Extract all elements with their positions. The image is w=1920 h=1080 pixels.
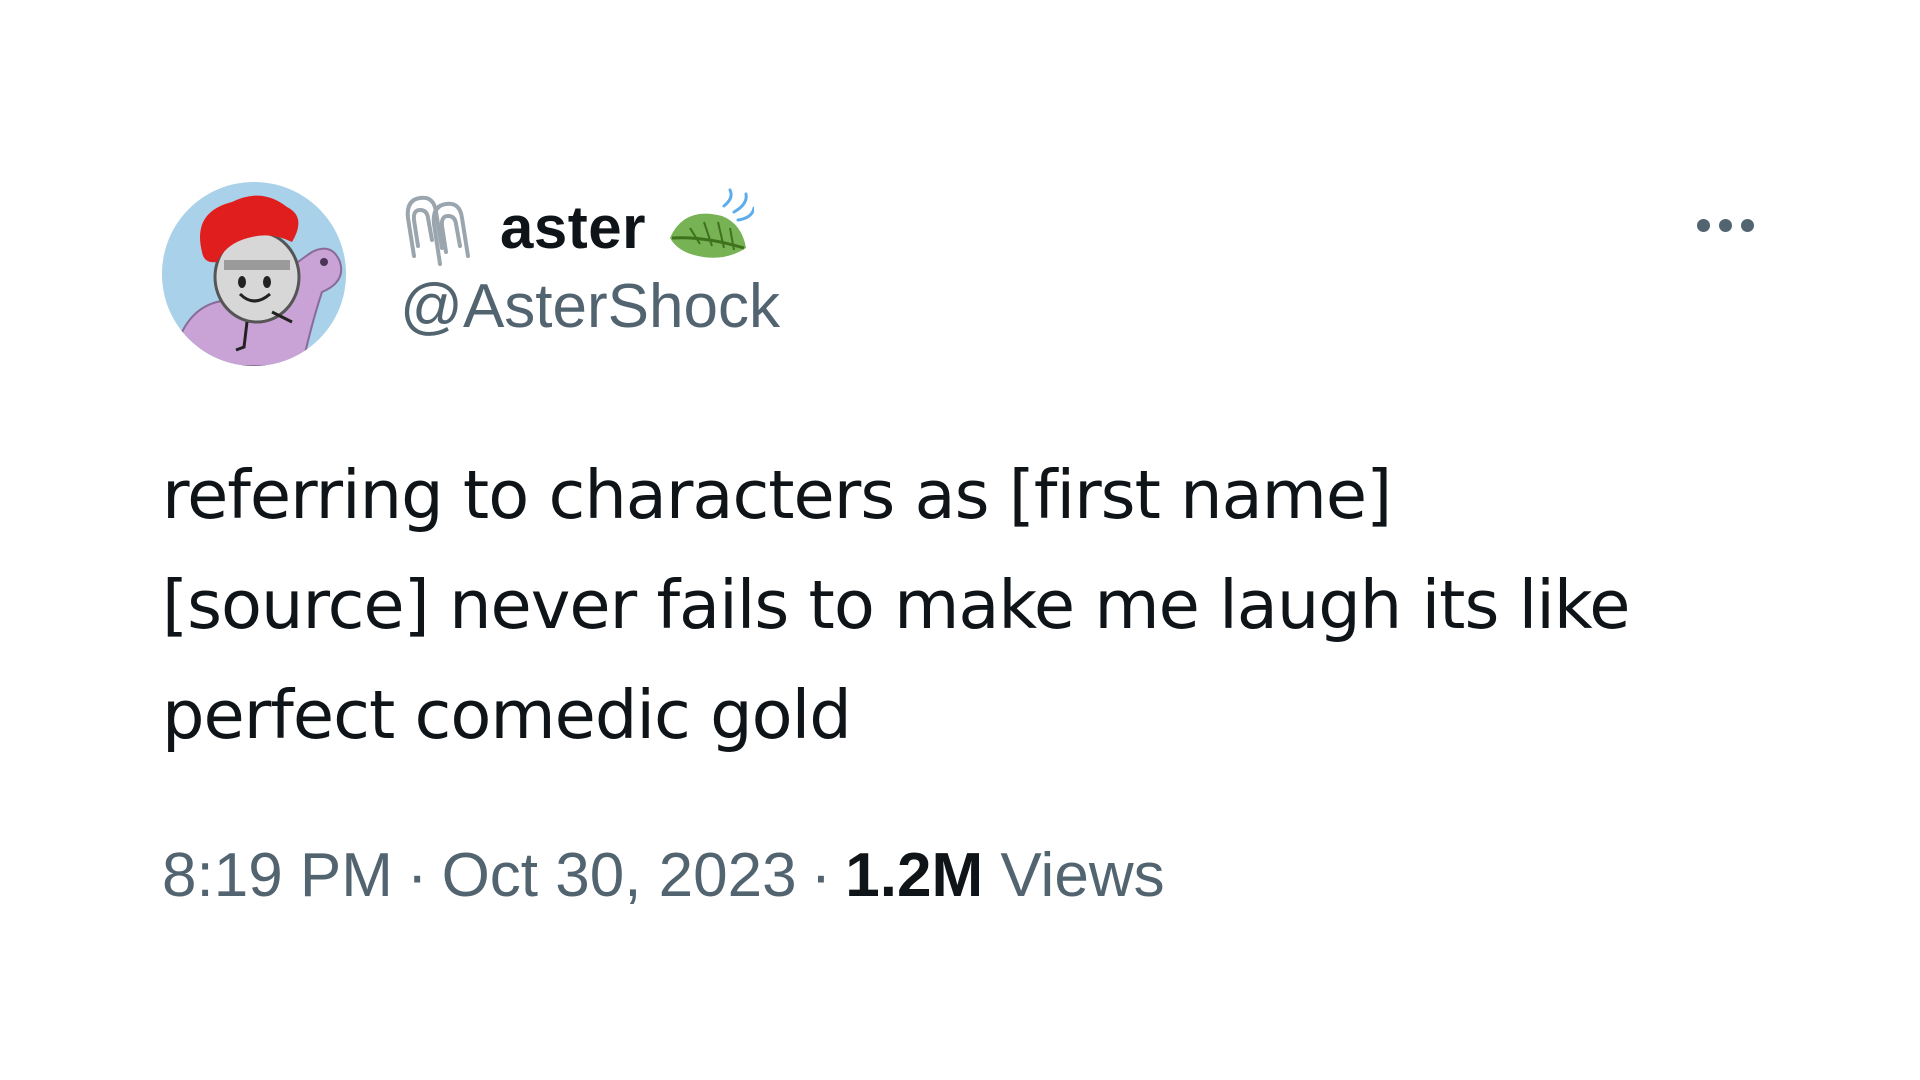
more-options-button[interactable] xyxy=(1680,205,1770,245)
author-header: aster @AsterShock xyxy=(400,182,780,338)
user-handle[interactable]: @AsterShock xyxy=(400,276,780,338)
tweet-date[interactable]: Oct 30, 2023 xyxy=(442,841,797,910)
display-name-row[interactable]: aster xyxy=(400,182,780,274)
views-label: Views xyxy=(1000,841,1165,910)
tweet-card: aster @AsterShock referring to character… xyxy=(0,0,1920,1080)
paperclip-icon xyxy=(405,195,470,266)
more-horizontal-icon-dot xyxy=(1718,218,1732,232)
tweet-text-line: referring to characters as [first name] xyxy=(162,456,1392,534)
meta-separator: · xyxy=(810,841,832,910)
views-count[interactable]: 1.2M xyxy=(845,841,983,910)
leaf-fluttering-in-wind-icon xyxy=(669,188,754,258)
display-name: aster xyxy=(500,194,646,261)
tweet-text-line: perfect comedic gold xyxy=(162,676,852,754)
avatar[interactable] xyxy=(162,182,346,366)
meta-separator: · xyxy=(406,841,428,910)
tweet-text: referring to characters as [first name] … xyxy=(162,440,1782,770)
tweet-meta: 8:19 PM · Oct 30, 2023 · 1.2M Views xyxy=(162,845,1165,907)
tweet-text-line: [source] never fails to make me laugh it… xyxy=(162,566,1631,644)
tweet-time[interactable]: 8:19 PM xyxy=(162,841,393,910)
more-horizontal-icon xyxy=(1696,218,1710,232)
more-horizontal-icon-dot xyxy=(1740,218,1754,232)
avatar-image xyxy=(162,182,346,366)
